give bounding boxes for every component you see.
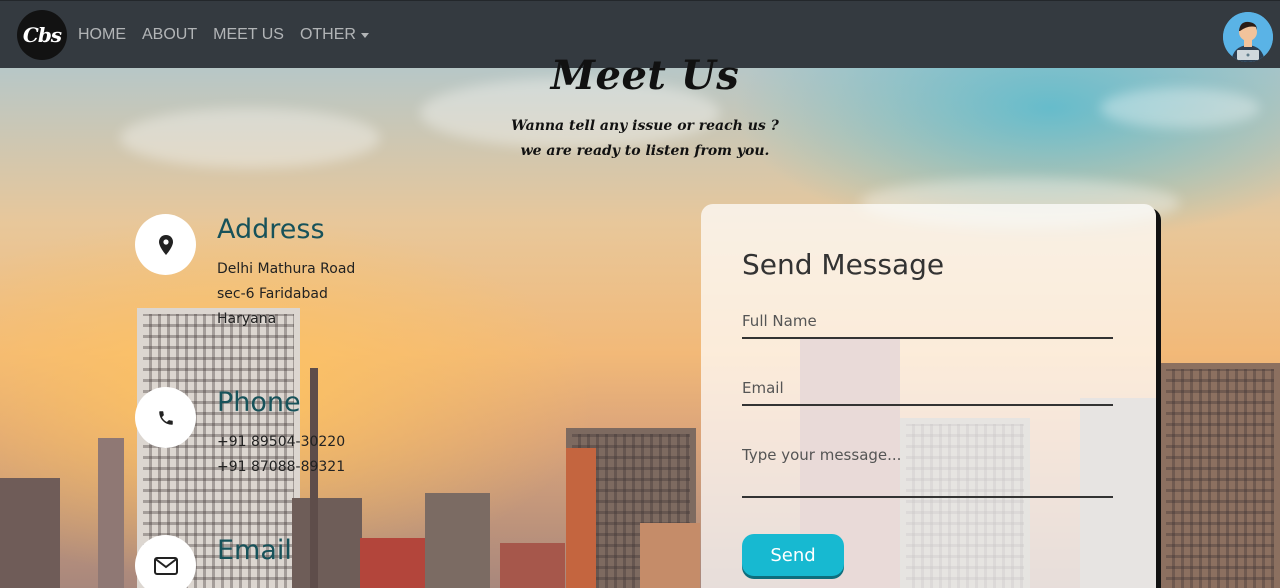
email-title: Email [217, 535, 292, 566]
brand-logo[interactable]: Cbs [17, 10, 67, 60]
full-name-input[interactable] [742, 311, 1113, 339]
address-line-2: sec-6 Faridabad [217, 286, 328, 302]
address-icon-circle [135, 214, 196, 275]
page-subtitle-line-2: we are ready to listen from you. [520, 143, 770, 159]
phone-icon [158, 410, 173, 425]
send-message-title: Send Message [742, 248, 945, 281]
envelope-icon [153, 556, 178, 575]
phone-number-1[interactable]: +91 89504-30220 [217, 434, 345, 450]
nav-meet-us[interactable]: MEET US [213, 26, 284, 44]
user-avatar-icon [1223, 12, 1273, 62]
nav-other-label: OTHER [299, 26, 356, 43]
email-input[interactable] [742, 378, 1113, 406]
address-line-1: Delhi Mathura Road [217, 261, 356, 277]
send-button[interactable]: Send [742, 534, 844, 576]
page-title: Meet Us [550, 52, 740, 99]
location-pin-icon [158, 234, 173, 255]
user-avatar[interactable] [1223, 12, 1273, 62]
phone-number-2[interactable]: +91 87088-89321 [217, 459, 345, 475]
nav-links: HOME ABOUT MEET US OTHER [78, 1, 369, 69]
address-title: Address [217, 214, 325, 245]
phone-title: Phone [217, 387, 301, 418]
phone-icon-circle [135, 387, 196, 448]
caret-down-icon [360, 33, 369, 38]
email-icon-circle [135, 535, 196, 588]
send-message-card: Send Message Send [701, 204, 1156, 588]
message-textarea[interactable] [742, 446, 1113, 498]
nav-home[interactable]: HOME [78, 26, 126, 44]
page-subtitle-line-1: Wanna tell any issue or reach us ? [511, 118, 779, 134]
address-line-3: Haryana [217, 311, 277, 327]
nav-about[interactable]: ABOUT [142, 26, 197, 44]
nav-other-dropdown[interactable]: OTHER [300, 26, 369, 44]
